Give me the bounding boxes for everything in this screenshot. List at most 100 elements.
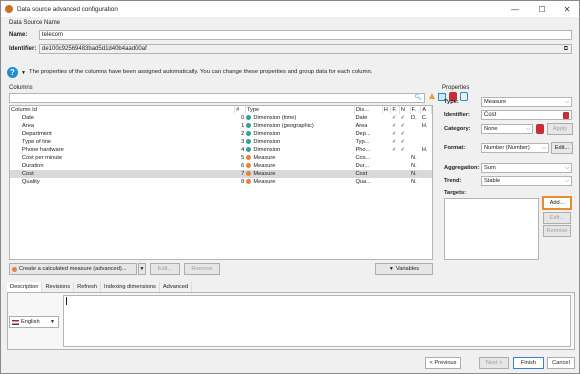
empty-cell — [410, 186, 421, 194]
category-select[interactable]: None ⌵ — [481, 124, 533, 134]
variables-button[interactable]: ▼ Variables — [375, 263, 433, 275]
flag-icon — [12, 319, 19, 325]
header-f2[interactable]: F. — [410, 106, 422, 114]
table-row[interactable]: Cost 7 Measure Cost N. — [10, 170, 432, 178]
apply-button[interactable]: Apply — [547, 123, 573, 135]
table-row[interactable]: Area 1 Dimension (geographic) Area ✓ ✓ H. — [10, 122, 432, 130]
next-button[interactable]: Next > — [479, 357, 509, 369]
header-f[interactable]: F. — [390, 106, 400, 114]
header-display[interactable]: Dis... — [354, 106, 383, 114]
bottom-tabs: Description Revisions Refresh Indexing d… — [7, 282, 193, 292]
tab-revisions[interactable]: Revisions — [42, 282, 75, 292]
targets-list[interactable] — [444, 198, 539, 260]
header-number[interactable]: # — [234, 106, 246, 114]
dimension-icon — [246, 146, 252, 152]
trend-select[interactable]: Stable ⌵ — [481, 176, 572, 186]
table-row[interactable] — [10, 202, 432, 210]
tab-refresh[interactable]: Refresh — [74, 282, 102, 292]
tab-advanced[interactable]: Advanced — [160, 282, 193, 292]
minimize-button[interactable]: — — [504, 1, 526, 17]
cell-type: Measure — [245, 154, 354, 162]
cell-dis: Dep... — [355, 131, 371, 137]
chart-icon[interactable] — [429, 93, 435, 99]
remove-column-button[interactable]: Remove — [184, 263, 220, 275]
cell-f1: ✓ — [391, 115, 397, 121]
close-button[interactable]: ✕ — [556, 1, 578, 17]
tab-indexing-dimensions[interactable]: Indexing dimensions — [101, 282, 160, 292]
columns-body: Date 0 Dimension (time) Date ✓ ✓ D. C. Area 1 Dime… — [10, 114, 432, 250]
cell-f2: N. — [411, 179, 417, 185]
format-edit-button[interactable]: Edit... — [551, 142, 573, 154]
cell-type: Dimension — [245, 146, 354, 154]
refresh-icon[interactable] — [460, 92, 468, 101]
create-measure-dropdown[interactable]: ▼ — [138, 263, 146, 275]
header-column-id[interactable]: Column Id — [10, 106, 236, 114]
previous-button[interactable]: < Previous — [425, 357, 461, 369]
table-row[interactable]: Phone hardware 4 Dimension Pho... ✓ ✓ H. — [10, 146, 432, 154]
cell-dis: Pho... — [355, 147, 371, 153]
help-icon[interactable]: ? — [7, 67, 18, 78]
table-row[interactable] — [10, 234, 432, 242]
description-textarea[interactable] — [63, 295, 571, 347]
table-row[interactable]: Cost per minute 5 Measure Cos... N. — [10, 154, 432, 162]
cell-f2 — [410, 146, 421, 154]
empty-cell — [399, 202, 410, 210]
cell-name: Type of line — [22, 139, 52, 145]
identifier-prop-input[interactable]: Cost — [481, 110, 572, 120]
cell-a — [421, 138, 432, 146]
cell-n: ✓ — [400, 131, 406, 137]
cell-f1 — [391, 178, 400, 186]
remove-target-button[interactable]: Remove — [543, 225, 571, 237]
finish-button[interactable]: Finish — [513, 357, 544, 369]
edit-target-button[interactable]: Edit... — [543, 212, 571, 224]
chevron-down-icon: ⌵ — [565, 178, 569, 184]
chevron-down-icon: ⌵ — [526, 126, 530, 132]
text-cursor — [66, 297, 67, 305]
cell-n: ✓ — [400, 147, 406, 153]
cell-h — [382, 170, 391, 178]
table-row[interactable]: Date 0 Dimension (time) Date ✓ ✓ D. C. — [10, 114, 432, 122]
empty-cell — [421, 194, 432, 202]
copy-icon[interactable]: ⧉ — [564, 45, 568, 53]
table-row[interactable] — [10, 242, 432, 250]
cell-f2: N. — [410, 170, 421, 178]
aggregation-select[interactable]: Sum ⌵ — [481, 163, 572, 173]
maximize-button[interactable]: ☐ — [531, 1, 553, 17]
hierarchy-icon[interactable] — [563, 112, 569, 119]
collapse-arrow-icon[interactable]: ▼ — [21, 70, 26, 76]
language-select[interactable]: English ▼ — [9, 316, 59, 328]
cancel-button[interactable]: Cancel — [547, 357, 575, 369]
add-target-button[interactable]: Add... — [542, 196, 572, 210]
edit-column-button[interactable]: Edit... — [150, 263, 180, 275]
identifier-value: de100c92569483bad5d1d40b4aad00af — [42, 46, 147, 52]
format-value: Number (Number) — [484, 145, 530, 151]
header-type[interactable]: Type — [245, 106, 355, 114]
table-row[interactable] — [10, 226, 432, 234]
cell-num: 0 — [241, 115, 245, 121]
table-row[interactable] — [10, 218, 432, 226]
tab-description[interactable]: Description — [7, 282, 43, 292]
header-h[interactable]: H — [382, 106, 392, 114]
format-select[interactable]: Number (Number) ⌵ — [481, 143, 549, 153]
create-measure-button[interactable]: Create a calculated measure (advanced)..… — [9, 263, 137, 275]
columns-search-input[interactable]: 🔍︎ — [9, 93, 425, 103]
table-row[interactable]: Department 2 Dimension Dep... ✓ ✓ — [10, 130, 432, 138]
type-text: Dimension — [253, 147, 281, 153]
table-row[interactable] — [10, 210, 432, 218]
type-select[interactable]: Measure ⌵ — [481, 97, 572, 107]
header-a[interactable]: A — [420, 106, 432, 114]
header-n[interactable]: N — [399, 106, 411, 114]
empty-cell — [245, 210, 354, 218]
cell-name: Area — [22, 123, 35, 129]
name-input[interactable]: telecom — [39, 30, 572, 40]
table-row[interactable] — [10, 194, 432, 202]
hierarchy-icon[interactable] — [536, 124, 544, 134]
search-icon[interactable]: 🔍︎ — [414, 94, 422, 102]
table-row[interactable] — [10, 186, 432, 194]
table-row[interactable]: Type of line 3 Dimension Typ... ✓ ✓ — [10, 138, 432, 146]
empty-cell — [235, 242, 246, 250]
table-row[interactable]: Duration 6 Measure Dur... N. — [10, 162, 432, 170]
table-row[interactable]: Quality 8 Measure Qua... N. — [10, 178, 432, 186]
app-icon — [5, 5, 13, 13]
empty-cell — [421, 234, 432, 242]
